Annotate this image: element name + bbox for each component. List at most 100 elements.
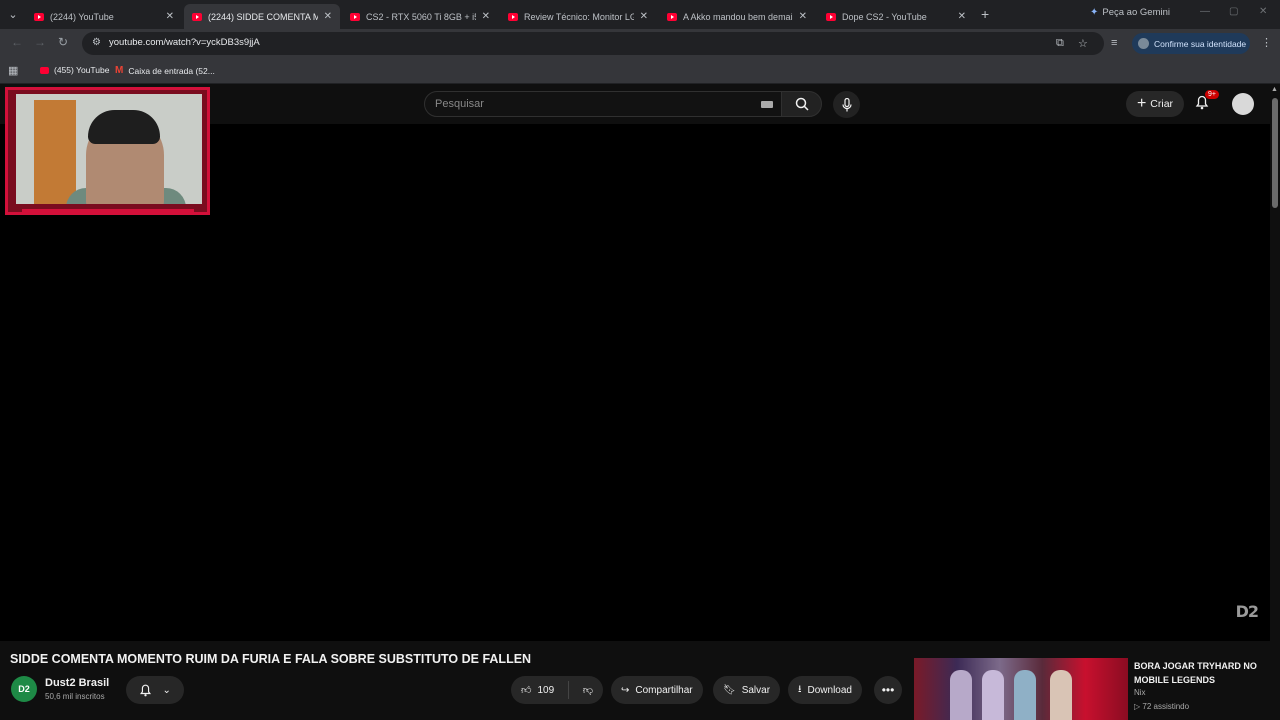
tab-title: A Akko mandou bem demais n — [683, 11, 793, 22]
save-button[interactable]: 🔖︎ Salvar — [713, 676, 781, 704]
scroll-up-arrow-icon[interactable]: ▲ — [1271, 86, 1278, 93]
browser-menu-icon[interactable]: ⋮ — [1261, 36, 1272, 49]
download-label: Download — [807, 684, 852, 696]
like-dislike-group: 👍︎ 109 👎︎ — [511, 676, 603, 704]
new-tab-plus-icon[interactable]: + — [981, 6, 989, 22]
tab-current-video[interactable]: (2244) SIDDE COMENTA MOME ✕ — [184, 4, 340, 29]
tab-title: Dope CS2 - YouTube — [842, 11, 927, 22]
close-window-icon[interactable]: ✕ — [1259, 6, 1267, 17]
ask-gemini-button[interactable]: ✦ Peça ao Gemini — [1090, 7, 1170, 18]
close-tab-icon[interactable]: ✕ — [482, 11, 490, 22]
thumbs-up-icon: 👍︎ — [521, 685, 532, 696]
tab-title: Review Técnico: Monitor LG Ul — [524, 11, 634, 22]
thumbnail-figure — [1014, 670, 1036, 720]
share-button[interactable]: ↪ Compartilhar — [611, 676, 703, 704]
thumbnail-figure — [950, 670, 972, 720]
like-divider — [568, 681, 569, 699]
tab-dope-cs2[interactable]: Dope CS2 - YouTube ✕ — [818, 4, 974, 29]
account-avatar[interactable] — [1232, 93, 1254, 115]
download-button[interactable]: ⭳ Download — [788, 676, 862, 704]
search-placeholder: Pesquisar — [435, 98, 484, 110]
close-tab-icon[interactable]: ✕ — [640, 11, 648, 22]
tab-akko[interactable]: A Akko mandou bem demais n ✕ — [659, 4, 815, 29]
subscriber-count: 50,6 mil inscritos — [45, 692, 105, 701]
identity-label: Confirme sua identidade — [1154, 38, 1247, 49]
site-settings-icon[interactable]: ⚙ — [92, 37, 101, 48]
address-bar[interactable]: ⚙ youtube.com/watch?v=yckDB3s9jjA ⧉ ☆ — [82, 32, 1104, 55]
minimize-icon[interactable]: — — [1200, 6, 1210, 17]
thumbnail-figure — [982, 670, 1004, 720]
channel-name[interactable]: Dust2 Brasil — [45, 677, 109, 689]
recommended-channel-name[interactable]: Nix — [1134, 688, 1146, 697]
youtube-icon — [40, 66, 49, 74]
webcam-frame-decoration — [22, 209, 194, 215]
youtube-favicon-icon — [34, 12, 44, 21]
youtube-favicon-icon — [826, 12, 836, 21]
tab-cs2-rtx[interactable]: CS2 - RTX 5060 Ti 8GB + i5-134 ✕ — [342, 4, 498, 29]
recommended-video-thumbnail[interactable] — [914, 658, 1128, 720]
more-actions-icon[interactable]: ••• — [874, 676, 902, 704]
youtube-favicon-icon — [192, 12, 202, 21]
recommended-live-viewers: ▷ 72 assistindo — [1134, 702, 1190, 711]
reload-icon[interactable]: ↻ — [58, 35, 68, 49]
close-tab-icon[interactable]: ✕ — [166, 11, 174, 22]
chevron-down-icon: ⌄ — [162, 684, 171, 696]
share-arrow-icon: ↪ — [621, 684, 630, 696]
tab-title: (2244) SIDDE COMENTA MOME — [208, 11, 318, 22]
notification-count-badge: 9+ — [1205, 90, 1219, 99]
identity-chip[interactable]: Confirme sua identidade — [1132, 33, 1250, 54]
create-label: Criar — [1150, 98, 1174, 110]
channel-watermark-logo: D2 — [1235, 602, 1259, 621]
keyboard-icon[interactable] — [761, 101, 773, 108]
tab-search-chevron-icon[interactable]: ⌄ — [4, 5, 22, 23]
youtube-favicon-icon — [350, 12, 360, 21]
webcam-feed — [16, 94, 202, 204]
voice-search-button[interactable] — [833, 91, 860, 118]
dislike-button[interactable]: 👎︎ — [583, 684, 593, 696]
recommended-video-title[interactable]: BORA JOGAR TRYHARD NO MOBILE LEGENDS — [1134, 659, 1264, 687]
search-input[interactable]: Pesquisar — [424, 91, 782, 117]
gemini-label: Peça ao Gemini — [1102, 7, 1170, 18]
close-tab-icon[interactable]: ✕ — [799, 11, 807, 22]
plus-icon: + — [1136, 95, 1147, 112]
webcam-background-door — [34, 100, 76, 204]
bell-icon — [140, 684, 152, 697]
youtube-favicon-icon — [508, 12, 518, 21]
tab-youtube-home[interactable]: (2244) YouTube ✕ — [26, 4, 182, 29]
channel-avatar[interactable]: D2 — [11, 676, 37, 702]
back-arrow-icon[interactable]: ← — [11, 35, 23, 49]
share-label: Compartilhar — [635, 684, 693, 696]
create-button[interactable]: + Criar — [1126, 91, 1184, 117]
gemini-sparkle-icon: ✦ — [1090, 7, 1099, 18]
scroll-thumb[interactable] — [1272, 98, 1278, 208]
thumbs-down-icon: 👎︎ — [582, 685, 593, 696]
media-controls-icon[interactable]: ≡ — [1111, 37, 1117, 49]
webcam-person-hair — [88, 110, 160, 144]
bookmark-gmail[interactable]: M Caixa de entrada (52... — [115, 65, 215, 76]
install-app-icon[interactable]: ⧉ — [1056, 37, 1064, 50]
tab-title: (2244) YouTube — [50, 11, 114, 22]
browser-tab-strip: ⌄ (2244) YouTube ✕ (2244) SIDDE COMENTA … — [0, 0, 1280, 29]
thumbnail-figure — [1050, 670, 1072, 720]
forward-arrow-icon[interactable]: → — [34, 35, 46, 49]
webcam-overlay — [5, 87, 210, 215]
tab-title: CS2 - RTX 5060 Ti 8GB + i5-134 — [366, 11, 476, 22]
maximize-icon[interactable]: ▢ — [1229, 6, 1238, 17]
bookmark-label: Caixa de entrada (52... — [128, 65, 215, 76]
video-title: SIDDE COMENTA MOMENTO RUIM DA FURIA E FA… — [10, 652, 532, 666]
bookmark-youtube[interactable]: (455) YouTube — [40, 65, 109, 75]
close-tab-icon[interactable]: ✕ — [324, 11, 332, 22]
like-count: 109 — [537, 684, 555, 696]
gmail-icon: M — [115, 65, 124, 76]
microphone-icon — [841, 97, 852, 111]
bookmark-star-icon[interactable]: ☆ — [1078, 37, 1088, 50]
close-tab-icon[interactable]: ✕ — [958, 11, 966, 22]
like-button[interactable]: 👍︎ 109 — [521, 684, 555, 697]
youtube-favicon-icon — [667, 12, 677, 21]
apps-grid-icon[interactable]: ▦ — [8, 64, 18, 77]
subscription-notifications-button[interactable]: ⌄ — [126, 676, 184, 704]
url-text[interactable]: youtube.com/watch?v=yckDB3s9jjA — [109, 37, 260, 48]
search-button[interactable] — [781, 91, 822, 117]
page-scrollbar[interactable]: ▲ — [1270, 84, 1280, 720]
tab-review-monitor[interactable]: Review Técnico: Monitor LG Ul ✕ — [500, 4, 656, 29]
